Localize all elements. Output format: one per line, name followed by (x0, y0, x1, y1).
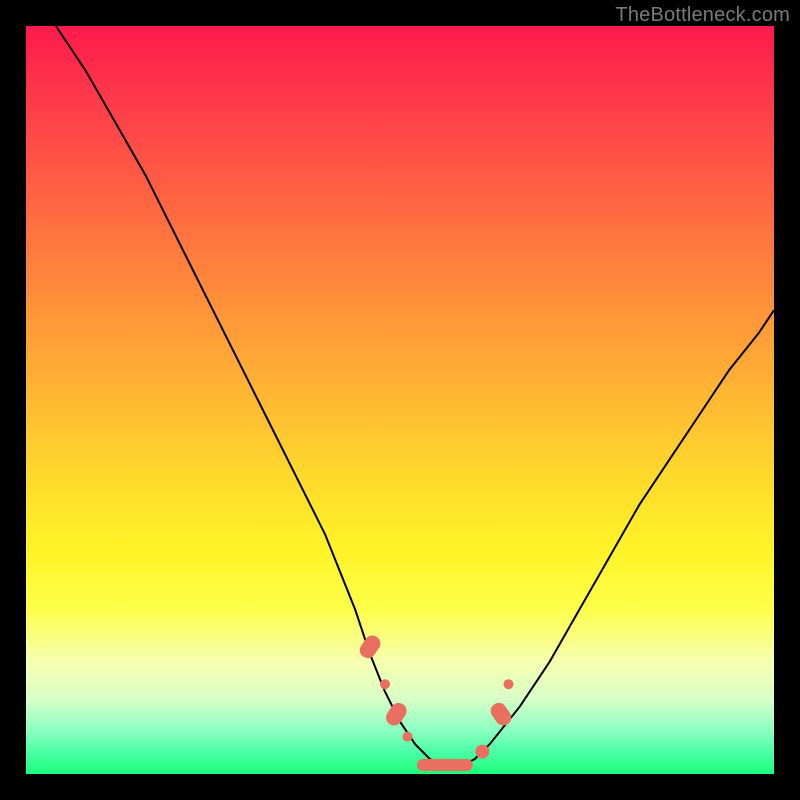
curve-marker (380, 679, 390, 689)
curve-marker (383, 700, 410, 729)
curve-marker (357, 632, 384, 661)
curve-marker (403, 732, 413, 742)
watermark-text: TheBottleneck.com (615, 4, 790, 27)
marker-group (357, 632, 515, 771)
curve-marker (488, 700, 515, 729)
curve-svg (26, 26, 774, 774)
curve-marker (504, 679, 514, 689)
plot-area (26, 26, 774, 774)
chart-frame: TheBottleneck.com (0, 0, 800, 800)
curve-marker (417, 759, 473, 771)
curve-marker (475, 745, 489, 759)
bottleneck-curve (56, 26, 774, 767)
